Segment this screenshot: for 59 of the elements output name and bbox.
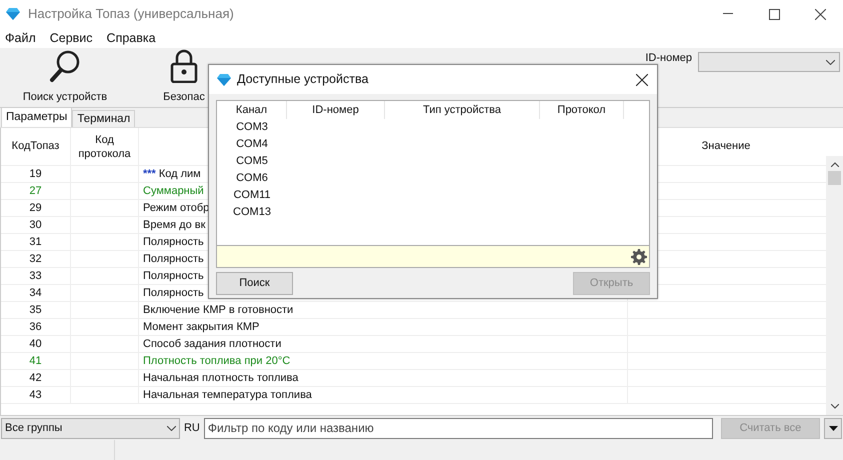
table-cell: 34	[1, 285, 71, 301]
table-cell: 30	[1, 217, 71, 233]
table-cell: 42	[1, 370, 71, 386]
channel-cell[interactable]: COM3	[217, 119, 287, 136]
table-cell: 32	[1, 251, 71, 267]
diamond-icon	[217, 74, 231, 86]
chevron-icon	[166, 426, 176, 430]
scrollbar[interactable]	[826, 156, 843, 415]
diamond-icon	[6, 8, 20, 20]
table-cell: 29	[1, 200, 71, 216]
table-cell: Включение КМР в готовности	[139, 302, 628, 318]
scroll-up-icon	[830, 162, 838, 167]
table-cell: 35	[1, 302, 71, 318]
dialog-title: Доступные устройства	[237, 71, 368, 88]
minimize-icon	[723, 13, 733, 15]
column-header[interactable]: Код протокола	[71, 128, 139, 165]
caret-icon	[828, 426, 838, 430]
toolbar-button[interactable]: Поиск устройств	[0, 48, 130, 108]
menu-item[interactable]: Сервис	[50, 28, 93, 48]
column-header[interactable]: КодТопаз	[1, 128, 71, 165]
window-title: Настройка Топаз (универсальная)	[28, 5, 234, 24]
close-icon	[636, 74, 648, 86]
tab[interactable]: Параметры	[1, 107, 72, 127]
filter-field[interactable]: Фильтр по коду или названию	[204, 418, 713, 438]
table-cell: 41	[1, 353, 71, 369]
menu-item[interactable]: Файл	[5, 28, 36, 48]
maximize-icon	[768, 8, 780, 20]
channel-cell[interactable]: COM4	[217, 136, 287, 153]
table-cell: 27	[1, 183, 71, 199]
dialog-button[interactable]: Поиск	[216, 272, 293, 295]
table-cell: 31	[1, 234, 71, 250]
table-cell: 19	[1, 166, 71, 182]
column-header[interactable]: ID-номер	[287, 101, 385, 119]
language-label: RU	[184, 420, 200, 436]
table-cell: Момент закрытия КМР	[139, 319, 628, 335]
dropdown-button[interactable]	[824, 418, 842, 438]
table-cell: 36	[1, 319, 71, 335]
column-header[interactable]: Канал	[217, 101, 287, 119]
table-cell: 40	[1, 336, 71, 352]
column-header[interactable]: Тип устройства	[385, 101, 540, 119]
column-header[interactable]: Протокол	[540, 101, 624, 119]
table-cell: 43	[1, 387, 71, 403]
lock-icon	[170, 48, 198, 82]
scrollbar-thumb[interactable]	[828, 171, 841, 185]
id-label: ID-номер	[645, 51, 692, 66]
group-dropdown[interactable]: Все группы	[1, 418, 180, 438]
close-icon	[814, 8, 826, 20]
menu-item[interactable]: Справка	[106, 28, 156, 48]
magnifier-icon	[49, 48, 81, 82]
gear-icon[interactable]	[631, 248, 647, 264]
table-cell: Начальная плотность топлива	[139, 370, 628, 386]
toolbar-button[interactable]: Безопас	[161, 48, 207, 108]
chevron-icon	[826, 60, 835, 64]
table-cell: Способ задания плотности	[139, 336, 628, 352]
tab[interactable]: Терминал	[72, 110, 136, 127]
table-cell: Плотность топлива при 20°C	[139, 353, 628, 369]
table-cell: Начальная температура топлива	[139, 387, 628, 403]
scroll-down-icon	[830, 404, 838, 409]
table-cell: 33	[1, 268, 71, 284]
